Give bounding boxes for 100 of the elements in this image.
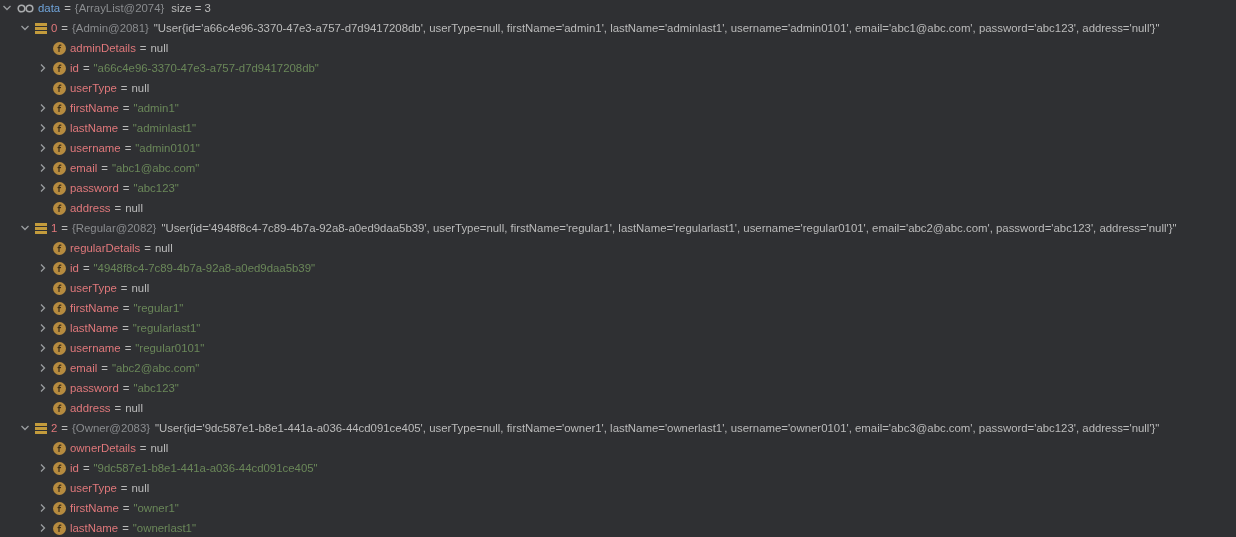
field-icon [53, 501, 66, 515]
variable-name: id [70, 262, 79, 274]
variable-value: "abc123" [133, 382, 179, 394]
field-icon [53, 521, 66, 535]
variable-value: "regularlast1" [132, 322, 201, 334]
variable-value: null [150, 42, 169, 54]
chevron-right-icon[interactable] [38, 383, 48, 393]
equals-sign: = [124, 142, 132, 154]
field-icon [53, 81, 66, 95]
chevron-down-icon[interactable] [20, 23, 30, 33]
chevron-right-icon[interactable] [38, 143, 48, 153]
variable-name: lastName [70, 122, 119, 134]
variable-name: firstName [70, 502, 119, 514]
equals-sign: = [139, 42, 147, 54]
type-label: {Owner@2083} [72, 422, 151, 434]
equals-sign: = [122, 102, 130, 114]
variable-value: null [131, 282, 150, 294]
size-label: size = 3 [171, 2, 211, 14]
variable-value: null [131, 82, 150, 94]
type-label: {Regular@2082} [72, 222, 157, 234]
equals-sign: = [114, 202, 122, 214]
equals-sign: = [101, 162, 108, 174]
variable-value: null [150, 442, 169, 454]
variable-name: id [70, 462, 79, 474]
variable-value: "User{id='a66c4e96-3370-47e3-a757-d7d9417208db', userType=null, firstName='admin1', lastName='adminlast1', username='admin0101', email='abc1@abc.com', password='abc123', address='null'}" [153, 22, 1160, 34]
variable-name: 0 [51, 22, 58, 34]
variable-name: userType [70, 282, 117, 294]
chevron-right-icon[interactable] [38, 523, 48, 533]
chevron-right-icon[interactable] [38, 323, 48, 333]
list-icon [35, 422, 47, 434]
variable-name: username [70, 342, 121, 354]
variable-value: "9dc587e1-b8e1-441a-a036-44cd091ce405" [93, 462, 318, 474]
chevron-right-icon[interactable] [38, 303, 48, 313]
chevron-down-icon[interactable] [20, 223, 30, 233]
equals-sign: = [122, 522, 129, 534]
chevron-right-icon[interactable] [38, 503, 48, 513]
chevron-right-icon[interactable] [38, 103, 48, 113]
list-icon [35, 222, 47, 234]
variable-value: "owner1" [133, 502, 179, 514]
variable-value: null [154, 242, 173, 254]
variable-value: "regular0101" [135, 342, 205, 354]
field-icon [53, 361, 66, 375]
variable-name: adminDetails [70, 42, 136, 54]
equals-sign: = [144, 242, 151, 254]
chevron-right-icon[interactable] [38, 63, 48, 73]
field-icon [53, 161, 66, 175]
variable-value: "admin1" [133, 102, 179, 114]
chevron-right-icon[interactable] [38, 363, 48, 373]
field-icon [53, 461, 66, 475]
chevron-right-icon[interactable] [38, 343, 48, 353]
equals-sign: = [122, 302, 130, 314]
field-icon [53, 401, 66, 415]
field-icon [53, 341, 66, 355]
equals-sign: = [139, 442, 147, 454]
field-icon [53, 181, 66, 195]
variable-name: 2 [51, 422, 58, 434]
variable-name: email [70, 362, 98, 374]
equals-sign: = [122, 502, 130, 514]
variable-name: id [70, 62, 79, 74]
variable-value: null [131, 482, 150, 494]
equals-sign: = [82, 262, 90, 274]
variable-name: ownerDetails [70, 442, 136, 454]
variable-name: firstName [70, 102, 119, 114]
chevron-right-icon[interactable] [38, 123, 48, 133]
field-icon [53, 381, 66, 395]
equals-sign: = [120, 282, 128, 294]
variable-name: userType [70, 82, 117, 94]
variable-value: "ownerlast1" [132, 522, 196, 534]
chevron-right-icon[interactable] [38, 183, 48, 193]
field-icon [53, 481, 66, 495]
field-icon [53, 321, 66, 335]
variable-name: lastName [70, 322, 119, 334]
variable-name: firstName [70, 302, 119, 314]
chevron-down-icon[interactable] [2, 3, 12, 13]
variable-name: lastName [70, 522, 119, 534]
variable-value: "abc1@abc.com" [111, 162, 200, 174]
chevron-right-icon[interactable] [38, 163, 48, 173]
equals-sign: = [122, 122, 129, 134]
field-icon [53, 441, 66, 455]
equals-sign: = [124, 342, 132, 354]
equals-sign: = [120, 82, 128, 94]
variable-value: "a66c4e96-3370-47e3-a757-d7d9417208db" [93, 62, 319, 74]
chevron-down-icon[interactable] [20, 423, 30, 433]
list-icon [35, 22, 47, 34]
equals-sign: = [101, 362, 108, 374]
equals-sign: = [61, 22, 68, 34]
variable-name: address [70, 402, 111, 414]
variable-value: "admin0101" [135, 142, 200, 154]
glasses-icon [17, 3, 34, 13]
field-icon [53, 261, 66, 275]
chevron-right-icon[interactable] [38, 263, 48, 273]
field-icon [53, 301, 66, 315]
variable-name: regularDetails [70, 242, 141, 254]
chevron-right-icon[interactable] [38, 463, 48, 473]
equals-sign: = [114, 402, 122, 414]
field-icon [53, 201, 66, 215]
type-label: {Admin@2081} [72, 22, 149, 34]
variable-name: address [70, 202, 111, 214]
equals-sign: = [82, 62, 90, 74]
equals-sign: = [61, 422, 68, 434]
